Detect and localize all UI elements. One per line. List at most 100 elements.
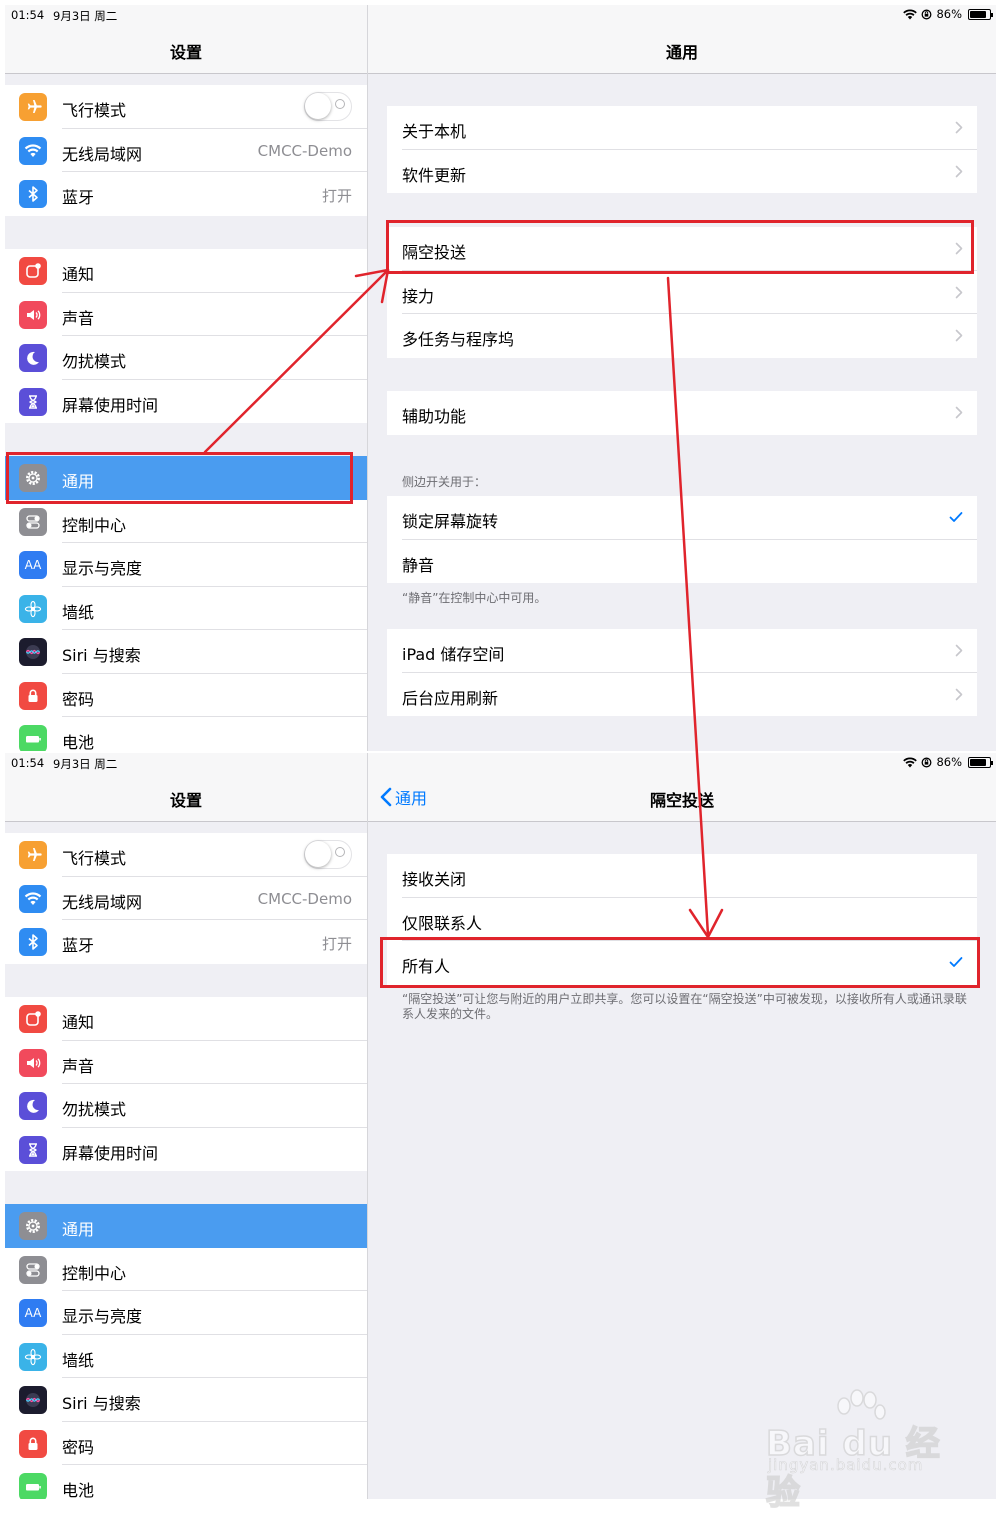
moon-icon-glyph [27,1099,39,1113]
sidebar-item-hourglass[interactable]: 屏幕使用时间 [5,379,367,423]
sidebar-item-airplane[interactable]: 飞行模式 [5,833,367,877]
bluetooth-icon [19,928,47,956]
sidebar-item-notification[interactable]: 通知 [5,997,367,1041]
general-row-2[interactable]: 软件更新 [387,150,977,194]
airdrop-option-3[interactable]: 所有人 [387,941,977,985]
sidebar-item-flower[interactable]: 墙纸 [5,586,367,630]
screenshot-general-settings: 设置 飞行模式 无线局域网 CMCC-Demo 蓝牙 打开 通知 声音 勿扰模式 屏幕使用时间… [5,5,996,751]
general-group-airdrop: 隔空投送 接力多任务与程序坞 [387,227,977,358]
sidebar-item-label: 密码 [62,1437,95,1457]
hourglass-icon [19,1135,47,1164]
general-row-3[interactable]: 多任务与程序坞 [387,314,977,358]
sidebar-item-lock[interactable]: 密码 [5,673,367,717]
general-row-1[interactable]: 隔空投送 [387,227,977,271]
battery-percent: 86% [936,7,962,21]
airplane-icon-glyph [27,100,42,113]
airplane-icon [19,841,47,869]
sidebar-item-bluetooth[interactable]: 蓝牙 打开 [5,172,367,216]
notification-icon [19,257,47,285]
airdrop-options-group: 接收关闭仅限联系人所有人 [387,854,977,985]
hourglass-icon-glyph [29,1142,37,1157]
sidebar-title: 设置 [169,791,202,810]
status-time: 01:54 [11,8,45,22]
moon-icon [19,1092,47,1120]
sidebar-item-label: 墙纸 [62,1350,95,1370]
sidebar-item-hourglass[interactable]: 屏幕使用时间 [5,1127,367,1171]
general-row-2[interactable]: 接力 [387,271,977,314]
sidebar-item-label: 通知 [62,1013,95,1032]
side-switch-option-2[interactable]: 静音 [387,540,977,584]
battery-status-icon [968,8,993,20]
sidebar-item-label: 无线局域网 [62,144,143,164]
airdrop-option-1[interactable]: 接收关闭 [387,854,977,898]
baidu-watermark: Bai du 经验 jingyan.baidu.com [765,1388,956,1514]
general-row-2[interactable]: 后台应用刷新 [387,673,977,717]
sidebar-item-flower[interactable]: 墙纸 [5,1334,367,1378]
airplane-mode-toggle[interactable] [304,92,352,121]
sidebar-item-text-size[interactable]: AA 显示与亮度 [5,1291,367,1335]
rotation-lock-icon [921,757,932,767]
sidebar-group-notifications: 通知声音 勿扰模式 屏幕使用时间 [5,997,367,1171]
sidebar-item-label: 通用 [62,1220,95,1239]
airplane-icon-glyph [27,848,42,861]
detail-title: 隔空投送 [649,791,714,810]
sidebar-item-battery[interactable]: 电池 [5,1465,367,1499]
general-row-1[interactable]: iPad 储存空间 [387,629,977,673]
switches-icon-glyph [26,1262,40,1277]
battery-icon [19,725,47,751]
airdrop-option-2[interactable]: 仅限联系人 [387,898,977,941]
lock-icon [19,681,47,710]
flower-icon-glyph [24,1348,42,1365]
row-label: 所有人 [402,957,451,976]
notification-icon-glyph [26,263,41,278]
flower-icon [19,1342,47,1371]
row-label: 多任务与程序坞 [402,330,515,349]
sidebar-item-bluetooth[interactable]: 蓝牙 打开 [5,920,367,964]
sidebar-item-label: 通用 [62,472,95,491]
side-switch-option-1[interactable]: 锁定屏幕旋转 [387,496,977,540]
watermark-url: jingyan.baidu.com [768,1456,924,1475]
sidebar-item-sound[interactable]: 声音 [5,292,367,336]
sidebar-item-label: 显示与亮度 [62,559,143,578]
sidebar-item-moon[interactable]: 勿扰模式 [5,1084,367,1128]
side-switch-header: 侧边开关用于： [402,475,487,489]
toggle-off-indicator [335,847,345,857]
chevron-right-icon [955,644,963,657]
sidebar-item-wifi[interactable]: 无线局域网 CMCC-Demo [5,128,367,172]
general-row-1[interactable]: 辅助功能 [387,391,977,435]
sidebar-item-value: 打开 [321,187,352,205]
toggle-knob [305,841,331,867]
chevron-right-icon [955,121,963,134]
sidebar-item-moon[interactable]: 勿扰模式 [5,336,367,380]
row-label: 仅限联系人 [402,913,483,933]
sidebar-item-notification[interactable]: 通知 [5,249,367,293]
sidebar-group-general: 通用控制中心 AA 显示与亮度 墙纸 Siri 与搜索 密码 电池 [5,456,367,751]
row-label: 接收关闭 [402,870,467,889]
chevron-right-icon [955,165,963,177]
row-label: 后台应用刷新 [402,688,499,708]
sidebar-item-lock[interactable]: 密码 [5,1421,367,1465]
sidebar-item-battery[interactable]: 电池 [5,717,367,751]
sidebar-item-gear[interactable]: 通用 [5,1204,367,1248]
status-time: 01:54 [11,756,45,770]
battery-percent: 86% [936,755,962,769]
status-right: 86% [903,755,993,769]
gear-icon [19,1212,47,1240]
sidebar-item-gear[interactable]: 通用 [5,456,367,500]
sidebar-item-label: 飞行模式 [62,849,127,868]
sidebar-item-siri[interactable]: Siri 与搜索 [5,1378,367,1422]
general-row-1[interactable]: 关于本机 [387,106,977,150]
sidebar-group-connectivity: 飞行模式 无线局域网 CMCC-Demo 蓝牙 打开 [5,85,367,216]
siri-icon-glyph [25,645,41,659]
sidebar-item-wifi[interactable]: 无线局域网 CMCC-Demo [5,876,367,920]
airplane-mode-toggle[interactable] [304,840,352,869]
sidebar-item-airplane[interactable]: 飞行模式 [5,85,367,129]
sidebar-item-sound[interactable]: 声音 [5,1040,367,1084]
hourglass-icon [19,387,47,416]
sidebar-item-text-size[interactable]: AA 显示与亮度 [5,543,367,587]
status-bar: 01:54 9月3日 周二 86% [5,5,996,25]
sidebar-item-switches[interactable]: 控制中心 [5,1247,367,1291]
sidebar-item-switches[interactable]: 控制中心 [5,499,367,543]
sidebar-item-siri[interactable]: Siri 与搜索 [5,630,367,674]
switches-icon [19,1255,47,1284]
